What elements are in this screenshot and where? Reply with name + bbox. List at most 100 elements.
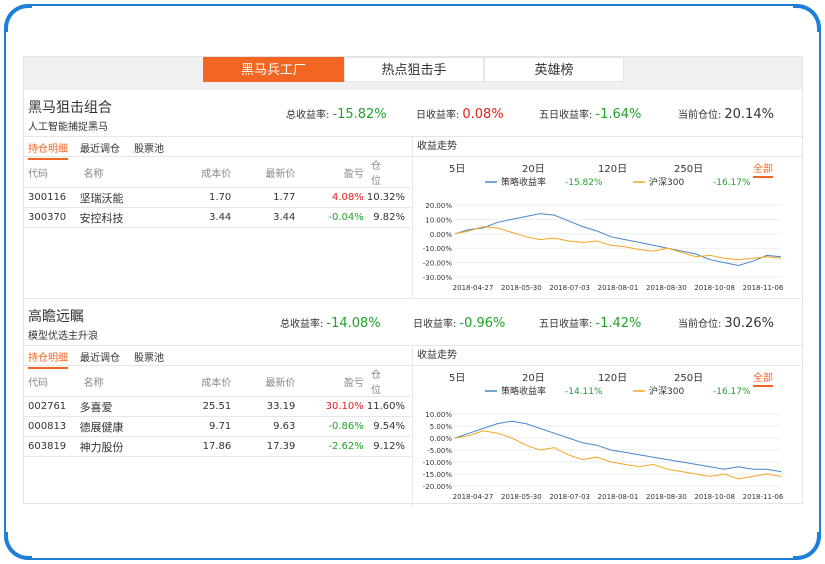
cell-code: 002761 — [24, 396, 80, 417]
table-row[interactable]: 000813 德展健康 9.71 9.63 -0.86% 9.54% — [24, 416, 411, 437]
col-last: 最新价 — [231, 366, 296, 397]
col-last: 最新价 — [231, 157, 296, 188]
cell-cost: 17.86 — [165, 436, 232, 457]
x-tick-label: 2018-07-03 — [549, 493, 590, 501]
y-tick-label: -20.00% — [423, 483, 453, 491]
x-tick-label: 2018-05-30 — [501, 284, 542, 292]
cell-pl: 4.08% — [295, 187, 364, 208]
subtab-recent-trades[interactable]: 最近调仓 — [80, 349, 120, 367]
series-line — [454, 226, 782, 261]
range-120d[interactable]: 120日 — [598, 160, 627, 175]
cell-code: 300370 — [24, 207, 80, 228]
return-chart: 策略收益率 -15.82% 沪深300 -16.17% 20.00% 10.00% 0.00… — [423, 176, 784, 292]
col-name: 名称 — [79, 157, 166, 188]
cell-name[interactable]: 德展健康 — [79, 416, 166, 437]
series-line — [454, 420, 782, 473]
y-tick-label: -10.00% — [423, 459, 453, 467]
x-tick-label: 2018-10-08 — [694, 284, 735, 292]
range-5d[interactable]: 5日 — [449, 369, 465, 384]
subtab-stock-pool[interactable]: 股票池 — [134, 140, 164, 158]
table-header: 代码 名称 成本价 最新价 盈亏 仓位 — [24, 157, 411, 188]
tab-yingxiong[interactable]: 英雄榜 — [484, 57, 624, 82]
subtab-holdings[interactable]: 持仓明细 — [28, 140, 68, 160]
range-250d[interactable]: 250日 — [674, 369, 703, 384]
x-tick-label: 2018-08-01 — [598, 493, 639, 501]
y-tick-label: -10.00% — [423, 245, 453, 253]
legend-label: 沪深300 — [649, 385, 684, 397]
table-row[interactable]: 002761 多喜爱 25.51 33.19 30.10% 11.60% — [24, 396, 411, 417]
col-code: 代码 — [24, 157, 80, 188]
y-tick-label: 5.00% — [430, 423, 453, 431]
main-panel: 黑马兵工厂 热点狙击手 英雄榜 黑马狙击组合 人工智能捕捉黑马 总收益率: -15… — [23, 56, 803, 506]
x-tick-label: 2018-11-06 — [743, 284, 784, 292]
frame-corner — [793, 4, 821, 32]
subtab-recent-trades[interactable]: 最近调仓 — [80, 140, 120, 158]
col-cost: 成本价 — [165, 366, 232, 397]
holdings-table: 代码 名称 成本价 最新价 盈亏 仓位 300116 坚瑞沃能 1.70 1.7… — [24, 157, 411, 228]
cell-cost: 3.44 — [165, 207, 232, 228]
chart-title: 收益走势 — [413, 137, 802, 157]
y-tick-label: -5.00% — [427, 447, 452, 455]
range-120d[interactable]: 120日 — [598, 369, 627, 384]
tab-bar: 黑马兵工厂 热点狙击手 英雄榜 — [24, 57, 802, 90]
x-tick-label: 2018-07-03 — [549, 284, 590, 292]
cell-name[interactable]: 神力股份 — [79, 436, 166, 457]
cell-name[interactable]: 多喜爱 — [79, 396, 166, 417]
legend-value: -14.11% — [565, 387, 603, 397]
y-tick-label: -30.00% — [423, 274, 453, 282]
y-tick-label: 10.00% — [425, 216, 452, 224]
range-5d[interactable]: 5日 — [449, 160, 465, 175]
total-return: 总收益率: -15.82% — [286, 107, 387, 122]
cell-last: 1.77 — [231, 187, 296, 208]
frame-corner — [4, 532, 32, 560]
range-20d[interactable]: 20日 — [522, 369, 545, 384]
current-position: 当前仓位: 20.14% — [678, 107, 774, 122]
day-return: 日收益率: -0.96% — [413, 316, 506, 331]
portfolio-name: 高瞻远瞩 — [28, 309, 84, 325]
y-tick-label: -20.00% — [423, 260, 453, 268]
range-all[interactable]: 全部 — [753, 160, 773, 178]
cell-pl: -0.04% — [295, 207, 364, 228]
range-all[interactable]: 全部 — [753, 369, 773, 387]
y-tick-label: 0.00% — [430, 231, 453, 239]
cell-cost: 9.71 — [165, 416, 232, 437]
cell-cost: 1.70 — [165, 187, 232, 208]
legend-label: 策略收益率 — [501, 176, 546, 188]
range-250d[interactable]: 250日 — [674, 160, 703, 175]
col-cost: 成本价 — [165, 157, 232, 188]
cell-code: 000813 — [24, 416, 80, 437]
holdings-table: 代码 名称 成本价 最新价 盈亏 仓位 002761 多喜爱 25.51 33.… — [24, 366, 411, 457]
holdings-subtabs: 持仓明细 最近调仓 股票池 — [24, 346, 411, 369]
x-tick-label: 2018-04-27 — [453, 493, 494, 501]
tab-redian[interactable]: 热点狙击手 — [344, 57, 484, 82]
table-row[interactable]: 300116 坚瑞沃能 1.70 1.77 4.08% 10.32% — [24, 187, 411, 208]
cell-cost: 25.51 — [165, 396, 232, 417]
subtab-stock-pool[interactable]: 股票池 — [134, 349, 164, 367]
frame-corner — [793, 532, 821, 560]
cell-name[interactable]: 坚瑞沃能 — [79, 187, 166, 208]
cell-pl: -0.86% — [295, 416, 364, 437]
range-selector: 5日 20日 120日 250日 全部 — [413, 366, 802, 387]
table-row[interactable]: 603819 神力股份 17.86 17.39 -2.62% 9.12% — [24, 436, 411, 457]
col-pl: 盈亏 — [295, 366, 364, 397]
cell-weight: 9.82% — [363, 207, 411, 228]
tab-heima[interactable]: 黑马兵工厂 — [203, 57, 344, 82]
cell-weight: 9.54% — [363, 416, 411, 437]
range-20d[interactable]: 20日 — [522, 160, 545, 175]
table-row[interactable]: 300370 安控科技 3.44 3.44 -0.04% 9.82% — [24, 207, 411, 228]
range-selector: 5日 20日 120日 250日 全部 — [413, 157, 802, 178]
frame-corner — [4, 4, 32, 32]
holdings-panel: 持仓明细 最近调仓 股票池 代码 名称 成本价 最新价 盈亏 仓位 300116… — [24, 137, 411, 228]
x-tick-label: 2018-05-30 — [501, 493, 542, 501]
portfolio-subtitle: 人工智能捕捉黑马 — [28, 122, 108, 133]
col-weight: 仓位 — [363, 366, 411, 397]
subtab-holdings[interactable]: 持仓明细 — [28, 349, 68, 369]
portfolio-name: 黑马狙击组合 — [28, 100, 112, 116]
cell-name[interactable]: 安控科技 — [79, 207, 166, 228]
x-tick-label: 2018-11-06 — [743, 493, 784, 501]
legend-value: -16.17% — [713, 178, 751, 188]
series-line — [454, 213, 782, 267]
y-tick-label: 20.00% — [425, 202, 452, 210]
portfolio-header: 高瞻远瞩 模型优选主升浪 总收益率: -14.08% 日收益率: -0.96% 五日… — [24, 299, 802, 346]
legend-label: 策略收益率 — [501, 385, 546, 397]
